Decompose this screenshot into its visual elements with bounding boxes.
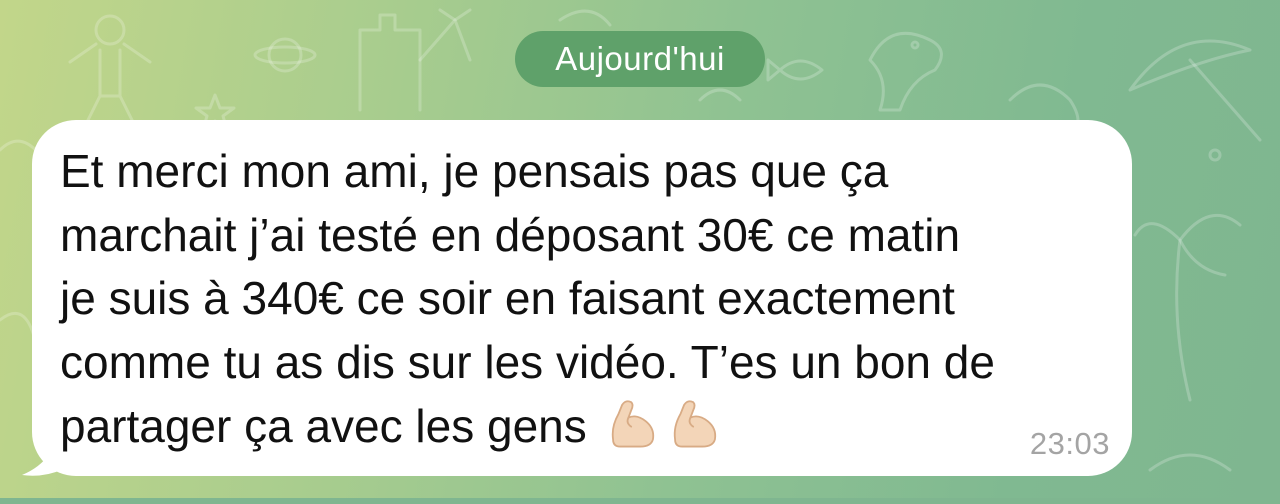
message-timestamp: 23:03	[1029, 426, 1110, 461]
date-separator: Aujourd'hui	[515, 31, 765, 87]
message-bubble[interactable]: Et merci mon ami, je pensais pas que ça …	[20, 120, 1140, 480]
message-text: Et merci mon ami, je pensais pas que ça …	[60, 145, 995, 452]
bottom-edge	[0, 498, 1280, 504]
flexed-biceps-icon	[673, 400, 716, 448]
flexed-biceps-icon	[611, 400, 654, 448]
message-text-container: Et merci mon ami, je pensais pas que ça …	[60, 140, 1120, 459]
chat-background: Aujourd'hui Et merci mon ami, je pensais…	[0, 0, 1280, 504]
